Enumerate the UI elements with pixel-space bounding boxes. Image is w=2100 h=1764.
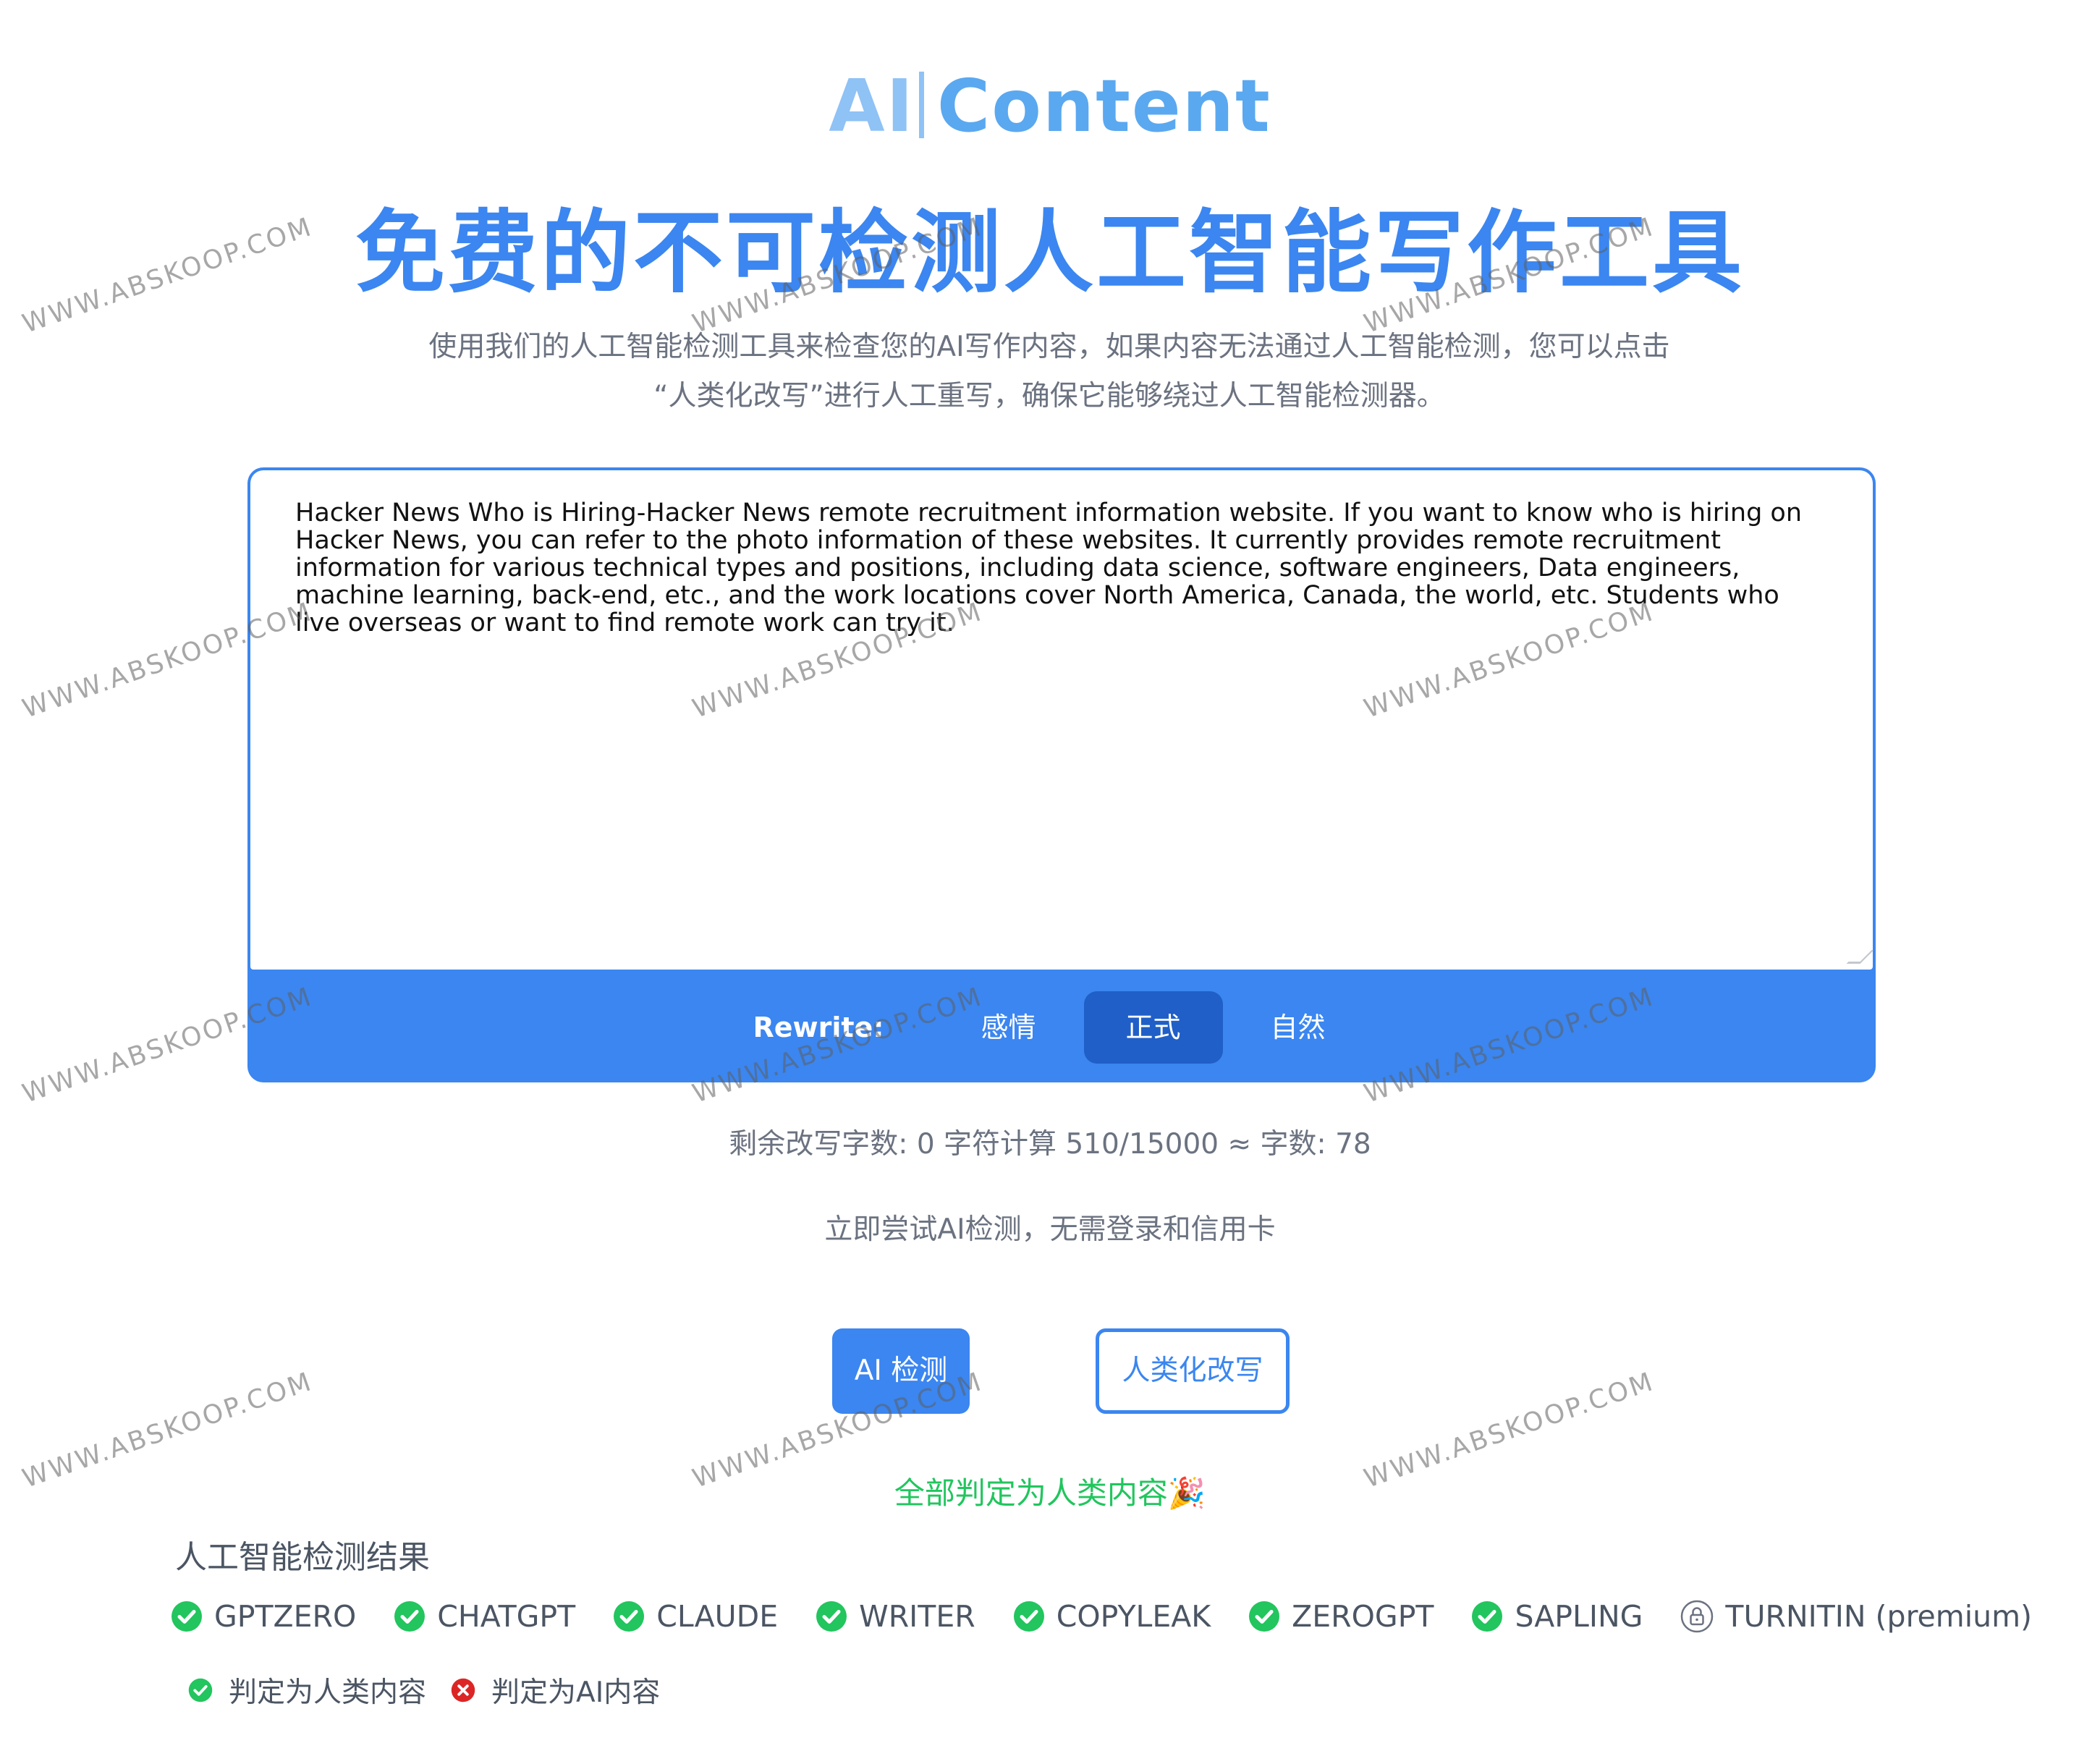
subtitle-line-2: “人类化改写”进行人工重写，确保它能够绕过人工智能检测器。 [653,380,1445,412]
brand-cursor [918,72,924,138]
try-note: 立即尝试AI检测，无需登录和信用卡 [824,1213,1276,1246]
page-headline: 免费的不可检测人工智能写作工具 [355,201,1745,305]
humanize-rewrite-button[interactable]: 人类化改写 [1096,1328,1290,1414]
lock-icon [1681,1600,1714,1633]
detector-sapling: SAPLING [1471,1599,1643,1634]
text-input-area[interactable]: Hacker News Who is Hiring-Hacker News re… [250,470,1874,970]
detector-name: TURNITIN (premium) [1725,1599,2032,1634]
brand-content: Content [936,64,1271,148]
detector-name: CHATGPT [437,1599,576,1634]
word-counter: 剩余改写字数: 0 字符计算 510/15000 ≈ 字数: 78 [729,1128,1371,1161]
check-circle-icon [172,1601,202,1632]
detector-list: GPTZERO CHATGPT CLAUDE WRITER COPYLEAK Z… [171,1599,2032,1634]
legend-human-label: 判定为人类内容 [229,1676,427,1709]
detector-chatgpt: CHATGPT [394,1599,575,1634]
detector-name: GPTZERO [214,1599,357,1634]
detector-claude: CLAUDE [613,1599,778,1634]
detector-name: CLAUDE [656,1599,779,1634]
results-legend: 判定为人类内容 判定为AI内容 [188,1670,685,1710]
detector-name: WRITER [859,1599,975,1634]
check-circle-icon [816,1601,847,1632]
rewrite-mode-emotional[interactable]: 感情 [939,991,1078,1064]
check-circle-icon [394,1601,425,1632]
x-circle-icon [451,1678,475,1702]
results-title: 人工智能检测结果 [175,1539,430,1576]
text-input-content: Hacker News Who is Hiring-Hacker News re… [295,499,1803,637]
detector-zerogpt: ZEROGPT [1248,1599,1434,1634]
detector-name: COPYLEAK [1056,1599,1211,1634]
verdict-text: 全部判定为人类内容🎉 [894,1475,1206,1511]
check-circle-icon [1249,1601,1280,1632]
ai-detect-button[interactable]: AI 检测 [832,1328,970,1414]
check-circle-icon [188,1678,213,1702]
page-subtitle: 使用我们的人工智能检测工具来检查您的AI写作内容，如果内容无法通过人工智能检测，… [391,323,1708,421]
detector-copyleak: COPYLEAK [1013,1599,1211,1634]
rewrite-toolbar: Rewrite: 感情 正式 自然 [247,972,1876,1082]
detector-turnitin: TURNITIN (premium) [1680,1599,2032,1634]
check-circle-icon [1013,1601,1044,1632]
check-circle-icon [1472,1601,1503,1632]
editor-card: Hacker News Who is Hiring-Hacker News re… [247,467,1876,1082]
legend-ai-label: 判定为AI内容 [491,1676,661,1709]
detector-writer: WRITER [816,1599,975,1634]
rewrite-mode-natural[interactable]: 自然 [1229,991,1368,1064]
brand-logo: AI Content [0,64,2100,148]
detector-name: SAPLING [1515,1599,1643,1634]
detector-name: ZEROGPT [1292,1599,1434,1634]
detector-gptzero: GPTZERO [171,1599,356,1634]
legend-human: 判定为人类内容 [188,1670,426,1710]
rewrite-mode-formal[interactable]: 正式 [1083,991,1223,1064]
resize-handle[interactable] [1846,950,1874,964]
subtitle-line-1: 使用我们的人工智能检测工具来检查您的AI写作内容，如果内容无法通过人工智能检测，… [428,331,1670,363]
brand-ai: AI [829,64,915,148]
check-circle-icon [614,1601,645,1632]
legend-ai: 判定为AI内容 [451,1670,660,1710]
rewrite-label: Rewrite: [753,1012,884,1043]
